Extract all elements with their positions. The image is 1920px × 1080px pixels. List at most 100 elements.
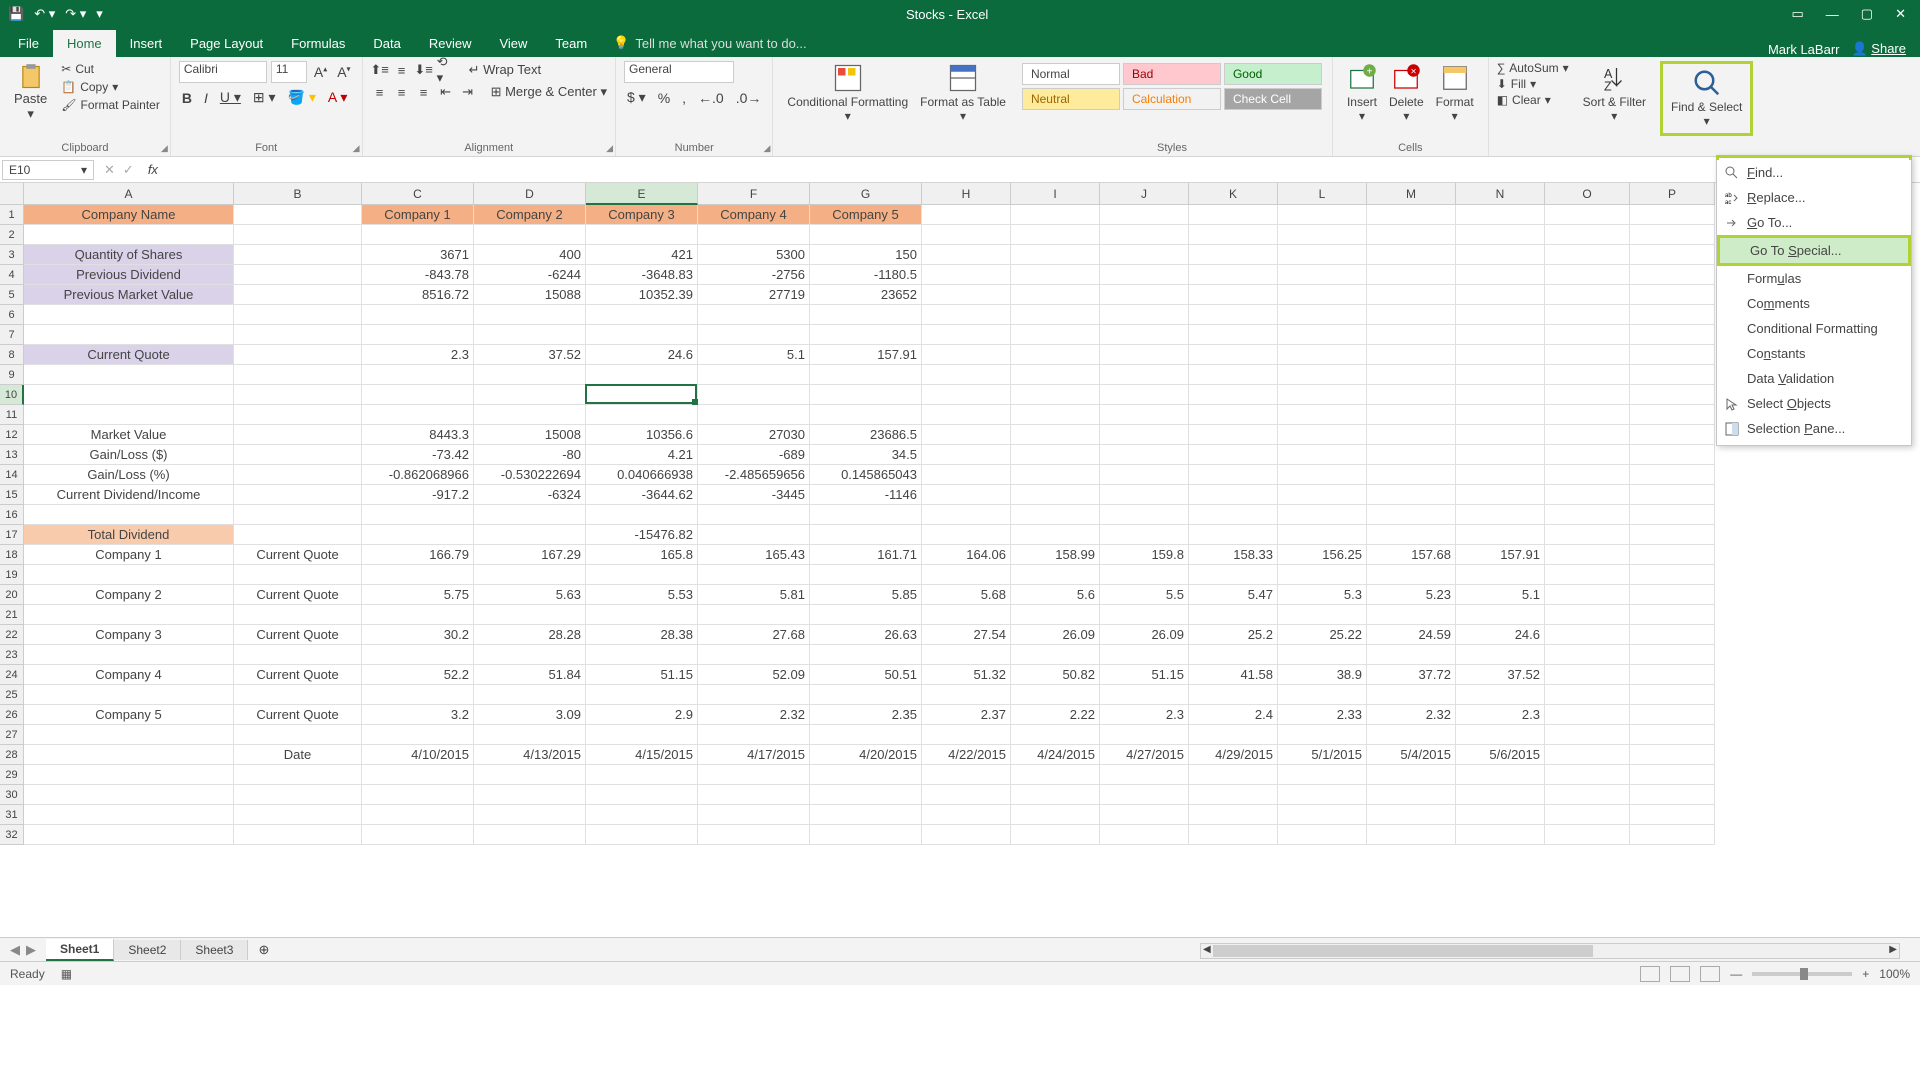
cell[interactable] bbox=[698, 385, 810, 405]
cell[interactable] bbox=[698, 605, 810, 625]
cell[interactable] bbox=[922, 485, 1011, 505]
cell[interactable] bbox=[1278, 725, 1367, 745]
cell[interactable]: 5.85 bbox=[810, 585, 922, 605]
cell[interactable] bbox=[1630, 225, 1715, 245]
decrease-decimal-button[interactable]: .0→ bbox=[733, 88, 765, 108]
tell-me[interactable]: 💡 Tell me what you want to do... bbox=[601, 29, 818, 57]
normal-view-button[interactable] bbox=[1640, 966, 1660, 982]
cell[interactable]: 50.51 bbox=[810, 665, 922, 685]
cell[interactable] bbox=[698, 725, 810, 745]
cell[interactable] bbox=[1630, 405, 1715, 425]
cell[interactable] bbox=[1100, 605, 1189, 625]
decrease-font-icon[interactable]: A▾ bbox=[334, 62, 353, 82]
cell[interactable]: 5.6 bbox=[1011, 585, 1100, 605]
cell[interactable]: 37.52 bbox=[1456, 665, 1545, 685]
menu-data-validation[interactable]: Data Validation bbox=[1717, 366, 1911, 391]
cell[interactable] bbox=[1011, 445, 1100, 465]
cell[interactable] bbox=[1011, 645, 1100, 665]
cell[interactable] bbox=[1011, 285, 1100, 305]
cell[interactable] bbox=[474, 645, 586, 665]
cell[interactable] bbox=[24, 405, 234, 425]
font-name-select[interactable]: Calibri bbox=[179, 61, 267, 83]
row-header-11[interactable]: 11 bbox=[0, 405, 24, 425]
cell[interactable]: 5/1/2015 bbox=[1278, 745, 1367, 765]
cell[interactable] bbox=[1011, 425, 1100, 445]
cell[interactable] bbox=[1278, 525, 1367, 545]
cell[interactable]: 5.5 bbox=[1100, 585, 1189, 605]
cell[interactable] bbox=[234, 505, 362, 525]
cell[interactable] bbox=[1367, 265, 1456, 285]
cell[interactable]: Current Quote bbox=[234, 705, 362, 725]
italic-button[interactable]: I bbox=[201, 88, 211, 108]
cell[interactable] bbox=[586, 825, 698, 845]
cell[interactable] bbox=[922, 645, 1011, 665]
row-header-3[interactable]: 3 bbox=[0, 245, 24, 265]
cell[interactable] bbox=[922, 205, 1011, 225]
cell[interactable] bbox=[1011, 405, 1100, 425]
cell[interactable] bbox=[362, 325, 474, 345]
cell[interactable] bbox=[810, 565, 922, 585]
cell[interactable]: 8443.3 bbox=[362, 425, 474, 445]
cell[interactable] bbox=[1367, 305, 1456, 325]
cell[interactable] bbox=[1278, 485, 1367, 505]
cell[interactable] bbox=[586, 225, 698, 245]
cell[interactable] bbox=[1278, 205, 1367, 225]
row-header-14[interactable]: 14 bbox=[0, 465, 24, 485]
cell[interactable] bbox=[1456, 305, 1545, 325]
cell[interactable] bbox=[1630, 245, 1715, 265]
col-header-O[interactable]: O bbox=[1545, 183, 1630, 205]
menu-select-objects[interactable]: Select Objects bbox=[1717, 391, 1911, 416]
row-header-20[interactable]: 20 bbox=[0, 585, 24, 605]
cell[interactable]: Company 3 bbox=[586, 205, 698, 225]
cell[interactable] bbox=[1630, 805, 1715, 825]
cell[interactable] bbox=[1278, 645, 1367, 665]
cell[interactable] bbox=[1011, 245, 1100, 265]
add-sheet-button[interactable]: ⊕ bbox=[248, 942, 279, 958]
cell[interactable] bbox=[1367, 385, 1456, 405]
cell[interactable] bbox=[1100, 565, 1189, 585]
cell[interactable] bbox=[1189, 525, 1278, 545]
col-header-J[interactable]: J bbox=[1100, 183, 1189, 205]
cell[interactable] bbox=[922, 245, 1011, 265]
cell[interactable] bbox=[1189, 565, 1278, 585]
cell[interactable] bbox=[1189, 825, 1278, 845]
cell[interactable]: Company 2 bbox=[474, 205, 586, 225]
cell[interactable]: 150 bbox=[810, 245, 922, 265]
cell[interactable] bbox=[1545, 525, 1630, 545]
cell[interactable] bbox=[1189, 305, 1278, 325]
cell[interactable] bbox=[1100, 485, 1189, 505]
close-icon[interactable]: ✕ bbox=[1895, 6, 1906, 22]
cell[interactable] bbox=[922, 345, 1011, 365]
cell[interactable]: Company 3 bbox=[24, 625, 234, 645]
cell[interactable]: 161.71 bbox=[810, 545, 922, 565]
row-header-24[interactable]: 24 bbox=[0, 665, 24, 685]
row-header-31[interactable]: 31 bbox=[0, 805, 24, 825]
align-right-icon[interactable]: ≡ bbox=[415, 83, 433, 101]
cell[interactable] bbox=[1367, 505, 1456, 525]
cell[interactable] bbox=[1630, 645, 1715, 665]
cell[interactable]: 10356.6 bbox=[586, 425, 698, 445]
cell[interactable]: 4.21 bbox=[586, 445, 698, 465]
cell[interactable] bbox=[1011, 525, 1100, 545]
cell[interactable]: 3.2 bbox=[362, 705, 474, 725]
cell[interactable] bbox=[810, 785, 922, 805]
col-header-H[interactable]: H bbox=[922, 183, 1011, 205]
row-header-7[interactable]: 7 bbox=[0, 325, 24, 345]
cell[interactable] bbox=[586, 645, 698, 665]
cell[interactable]: 157.91 bbox=[810, 345, 922, 365]
cell[interactable] bbox=[1545, 805, 1630, 825]
cell[interactable]: 158.33 bbox=[1189, 545, 1278, 565]
cell[interactable]: 167.29 bbox=[474, 545, 586, 565]
style-check-cell[interactable]: Check Cell bbox=[1224, 88, 1322, 110]
cell[interactable]: 28.38 bbox=[586, 625, 698, 645]
row-header-23[interactable]: 23 bbox=[0, 645, 24, 665]
cell[interactable]: 5.47 bbox=[1189, 585, 1278, 605]
cell[interactable]: Previous Dividend bbox=[24, 265, 234, 285]
row-header-28[interactable]: 28 bbox=[0, 745, 24, 765]
cell[interactable]: 5.68 bbox=[922, 585, 1011, 605]
cell[interactable] bbox=[810, 525, 922, 545]
row-header-13[interactable]: 13 bbox=[0, 445, 24, 465]
cell[interactable] bbox=[24, 645, 234, 665]
cell[interactable] bbox=[1456, 365, 1545, 385]
cell[interactable] bbox=[362, 525, 474, 545]
